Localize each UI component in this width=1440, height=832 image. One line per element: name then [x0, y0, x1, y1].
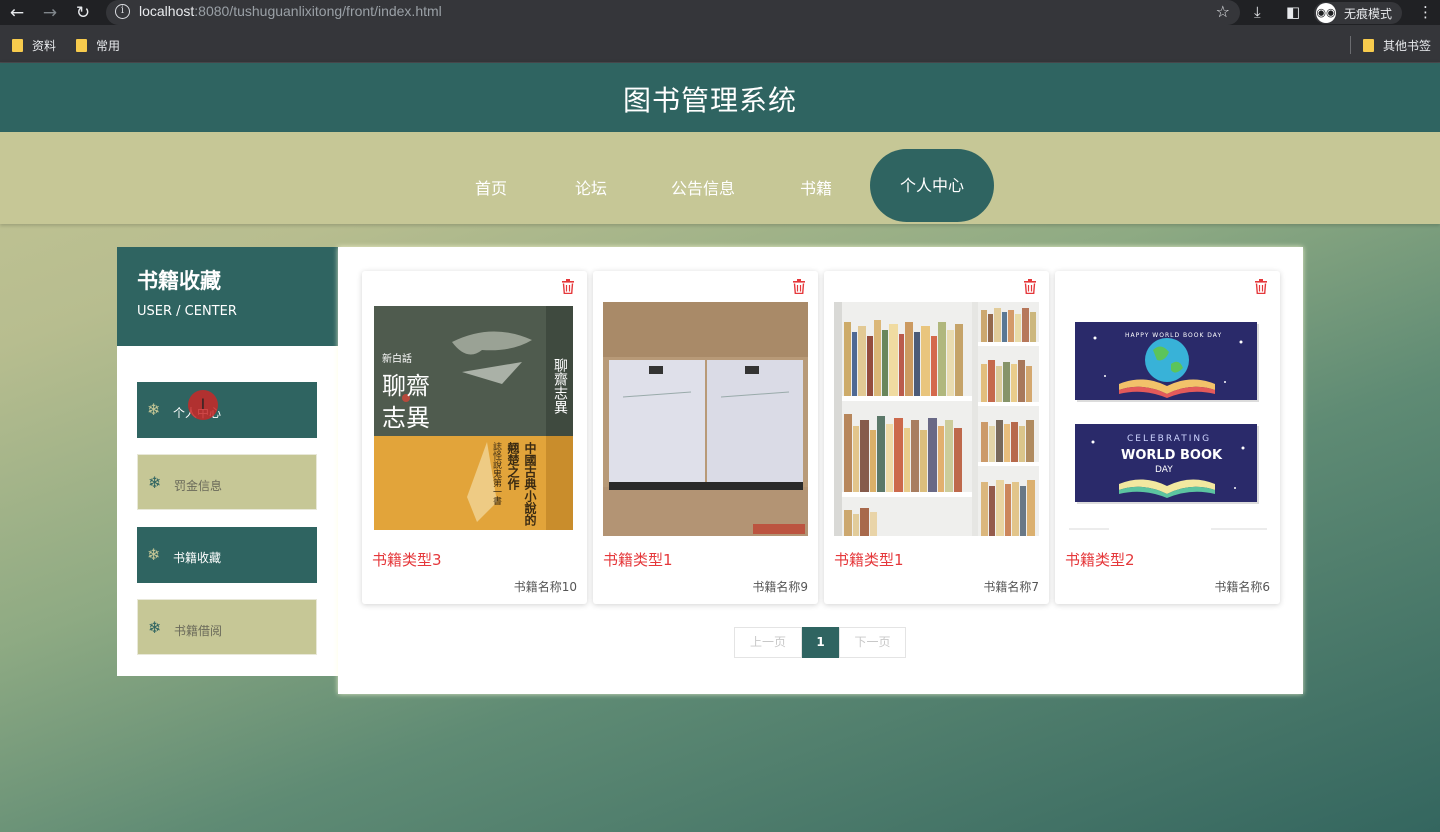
cover-text-tagline-3: 誌怪說鬼第一書	[491, 442, 501, 505]
sidebar-title: 书籍收藏	[137, 269, 221, 293]
bookmark-folder-changyong[interactable]: 常用	[76, 37, 120, 54]
snowflake-icon: ❄	[148, 618, 162, 637]
menu-kebab-icon[interactable]: ⋮	[1418, 3, 1433, 21]
book-type: 书籍类型2	[1065, 551, 1135, 569]
nav-books[interactable]: 书籍	[800, 175, 832, 199]
snowflake-icon: ❄	[147, 545, 161, 564]
book-type: 书籍类型1	[603, 551, 673, 569]
browser-toolbar: ← → ↻ i localhost:8080/tushuguanlixitong…	[0, 0, 1440, 25]
cover-text-series: 新白話	[382, 354, 412, 365]
prev-page-button[interactable]: 上一页	[734, 627, 802, 658]
trash-icon[interactable]	[561, 279, 575, 294]
sidebar-header: 书籍收藏 USER / CENTER	[117, 247, 338, 346]
sidebar-subtitle: USER / CENTER	[137, 304, 237, 319]
back-icon[interactable]: ←	[6, 2, 28, 24]
bookmark-folder-ziliao[interactable]: 资料	[12, 37, 56, 54]
favorites-panel: 新白話 聊齋 志異 中國古典小說的 翹楚之作 誌怪說鬼第一書 聊齋志異 书籍类型…	[338, 247, 1303, 694]
sidebar-item-fines[interactable]: ❄ 罚金信息	[137, 454, 317, 510]
incognito-badge[interactable]: ◉◉ 无痕模式	[1314, 2, 1402, 24]
incognito-label: 无痕模式	[1344, 7, 1393, 21]
book-card[interactable]: HAPPY WORLD BOOK DAY CELEBRATING WORLD B…	[1055, 271, 1280, 604]
forward-icon[interactable]: →	[39, 2, 61, 24]
sidebar-menu: ❄ 个人中心 ❄ 罚金信息 ❄ 书籍收藏 ❄ 书籍借阅	[117, 346, 338, 676]
cover-text-tagline-2: 翹楚之作	[506, 442, 520, 490]
book-type: 书籍类型1	[834, 551, 904, 569]
download-icon[interactable]: ⤓	[1254, 3, 1261, 21]
page-number-button[interactable]: 1	[802, 627, 839, 658]
site-info-icon[interactable]: i	[115, 4, 130, 19]
main-nav: 首页 论坛 公告信息 书籍 个人中心	[0, 132, 1440, 224]
poster-text-celebrating: CELEBRATING	[1127, 434, 1212, 444]
folder-icon	[12, 39, 23, 52]
trash-icon[interactable]	[792, 279, 806, 294]
cover-spine-text: 聊齋志異	[552, 358, 568, 414]
poster-text-world-book: WORLD BOOK	[1121, 448, 1223, 463]
cover-text-title-2: 志異	[382, 404, 430, 432]
world-book-day-poster[interactable]: HAPPY WORLD BOOK DAY CELEBRATING WORLD B…	[1065, 302, 1270, 536]
folder-icon	[1363, 39, 1374, 52]
nav-announcements[interactable]: 公告信息	[671, 175, 735, 199]
snowflake-icon: ❄	[147, 400, 161, 419]
address-bar[interactable]: i localhost:8080/tushuguanlixitong/front…	[106, 0, 1240, 25]
bookshelf-photo[interactable]	[834, 302, 1039, 536]
poster-text-day: DAY	[1155, 465, 1173, 475]
cover-text-tagline: 中國古典小說的	[523, 442, 537, 526]
cursor-indicator: I	[188, 390, 218, 420]
bookmark-folder-other[interactable]: 其他书签	[1363, 37, 1431, 54]
book-name: 书籍名称7	[983, 580, 1039, 594]
book-card[interactable]: 书籍类型1 书籍名称7	[824, 271, 1049, 604]
reload-icon[interactable]: ↻	[72, 2, 94, 24]
bookmarks-divider	[1350, 36, 1351, 54]
trash-icon[interactable]	[1254, 279, 1268, 294]
bookmark-star-icon[interactable]: ☆	[1216, 2, 1230, 21]
snowflake-icon: ❄	[148, 473, 162, 492]
nav-forum[interactable]: 论坛	[575, 175, 607, 199]
url-text: localhost:8080/tushuguanlixitong/front/i…	[139, 3, 442, 19]
site-header: 图书管理系统	[0, 63, 1440, 132]
book-photo-boxes[interactable]	[603, 302, 808, 536]
sidebar-item-personal-center[interactable]: ❄ 个人中心	[137, 382, 317, 438]
incognito-icon: ◉◉	[1316, 3, 1336, 23]
book-type: 书籍类型3	[372, 551, 442, 569]
next-page-button[interactable]: 下一页	[839, 627, 906, 658]
book-cover-image[interactable]: 新白話 聊齋 志異 中國古典小說的 翹楚之作 誌怪說鬼第一書 聊齋志異	[372, 302, 577, 536]
page-background: 图书管理系统 首页 论坛 公告信息 书籍 个人中心 书籍收藏 USER / CE…	[0, 63, 1440, 832]
trash-icon[interactable]	[1023, 279, 1037, 294]
bookmarks-bar: 资料 常用 其他书签	[0, 25, 1440, 63]
book-name: 书籍名称6	[1214, 580, 1270, 594]
book-card[interactable]: 新白話 聊齋 志異 中國古典小說的 翹楚之作 誌怪說鬼第一書 聊齋志異 书籍类型…	[362, 271, 587, 604]
book-name: 书籍名称10	[513, 580, 577, 594]
book-card[interactable]: 书籍类型1 书籍名称9	[593, 271, 818, 604]
site-title: 图书管理系统	[622, 84, 797, 117]
nav-personal-center[interactable]: 个人中心	[870, 149, 994, 222]
side-panel-icon[interactable]: ◧	[1286, 3, 1300, 21]
book-name: 书籍名称9	[752, 580, 808, 594]
folder-icon	[76, 39, 87, 52]
sidebar-item-borrowing[interactable]: ❄ 书籍借阅	[137, 599, 317, 655]
nav-home[interactable]: 首页	[475, 175, 507, 199]
poster-text-top: HAPPY WORLD BOOK DAY	[1125, 332, 1223, 339]
sidebar-item-favorites[interactable]: ❄ 书籍收藏	[137, 527, 317, 583]
cover-text-title-1: 聊齋	[382, 372, 430, 400]
